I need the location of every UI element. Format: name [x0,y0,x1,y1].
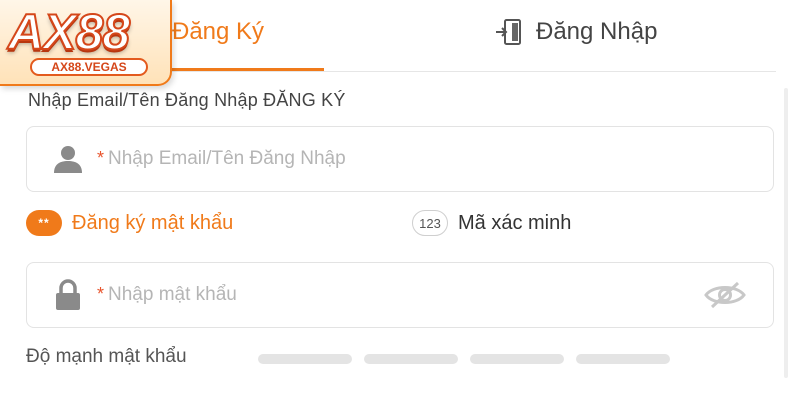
scrollbar-track[interactable] [784,88,788,378]
method-password-label: Đăng ký mật khẩu [72,211,234,234]
logo-wordmark: AX88 [7,3,131,61]
tab-login[interactable]: Đăng Nhập [494,14,657,50]
required-mark: * [97,147,105,168]
password-input[interactable] [108,284,703,306]
email-input[interactable] [108,148,773,170]
strength-segment [576,354,670,364]
strength-segment [470,354,564,364]
eye-slash-icon[interactable] [703,280,747,310]
brand-logo[interactable]: AX88 AX88.VEGAS [0,0,172,86]
door-exit-icon [496,19,521,45]
strength-segment [364,354,458,364]
required-mark: * [97,283,105,304]
user-icon [51,142,85,176]
tab-register[interactable]: Đăng Ký [172,14,264,50]
tab-active-indicator [172,68,324,71]
code-method-icon: 123 [412,210,448,236]
method-code-option[interactable]: 123 Mã xác minh [412,210,571,236]
email-field-label: Nhập Email/Tên Đăng Nhập ĐĂNG KÝ [28,90,346,110]
password-method-icon: ** [26,210,62,236]
method-password-option[interactable]: ** Đăng ký mật khẩu [26,210,233,236]
password-field[interactable]: * [26,262,774,328]
logo-domain: AX88.VEGAS [30,58,148,76]
password-strength-label: Độ mạnh mật khẩu [26,346,187,367]
email-field[interactable]: * [26,126,774,192]
strength-segment [258,354,352,364]
method-code-label: Mã xác minh [458,211,572,234]
tab-login-label: Đăng Nhập [536,18,658,45]
password-strength-meter [258,354,670,364]
lock-icon [51,278,85,312]
